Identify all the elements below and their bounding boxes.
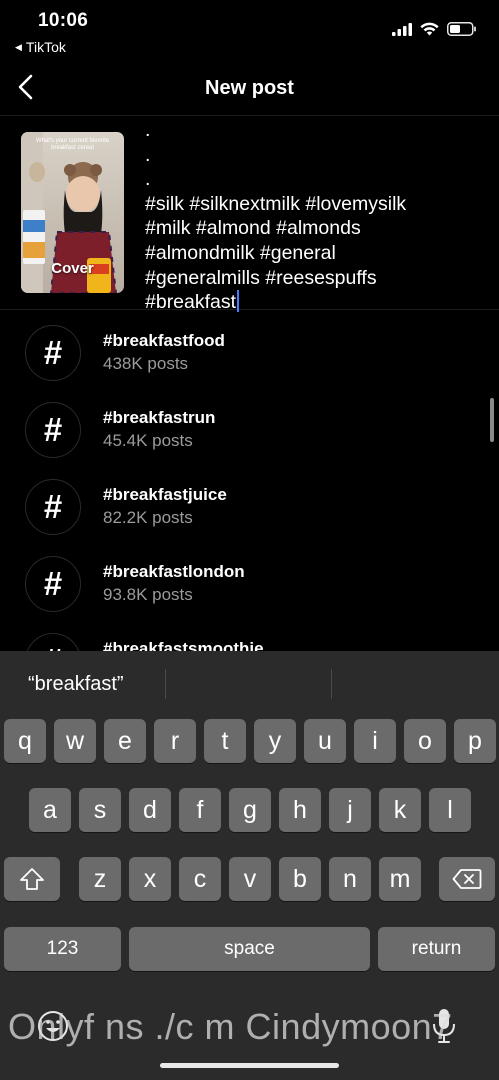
key-x[interactable]: x [129, 857, 171, 901]
cover-overlay-text: What's your current favorite breakfast c… [35, 138, 110, 151]
key-y[interactable]: y [254, 719, 296, 763]
delete-key[interactable] [439, 857, 495, 901]
suggestion-item[interactable]: # #breakfastlondon 93.8K posts [0, 542, 499, 619]
key-h[interactable]: h [279, 788, 321, 832]
suggestion-tag: #breakfastjuice [103, 485, 227, 504]
key-m[interactable]: m [379, 857, 421, 901]
key-r[interactable]: r [154, 719, 196, 763]
hashtag-suggestions: # #breakfastfood 438K posts # #breakfast… [0, 311, 499, 651]
key-k[interactable]: k [379, 788, 421, 832]
hashtag-icon: # [25, 325, 81, 381]
shift-icon [20, 868, 44, 890]
status-icons [392, 22, 477, 36]
back-to-app-link[interactable]: ◀ TikTok [15, 39, 66, 55]
key-w[interactable]: w [54, 719, 96, 763]
space-key[interactable]: space [129, 927, 370, 971]
back-app-label: TikTok [25, 39, 66, 55]
key-f[interactable]: f [179, 788, 221, 832]
page-title: New post [205, 77, 294, 99]
prediction-divider [165, 669, 166, 699]
key-l[interactable]: l [429, 788, 471, 832]
wifi-icon [420, 22, 439, 36]
suggestion-tag: #breakfastfood [103, 331, 225, 350]
numbers-key[interactable]: 123 [4, 927, 121, 971]
prediction-divider [331, 669, 332, 699]
key-d[interactable]: d [129, 788, 171, 832]
suggestion-item[interactable]: # #breakfastsmoothie [0, 619, 499, 651]
key-p[interactable]: p [454, 719, 496, 763]
caption-input[interactable]: . . . #silk #silknextmilk #lovemysilk #m… [145, 118, 485, 315]
return-key[interactable]: return [378, 927, 495, 971]
status-time: 10:06 [38, 10, 89, 31]
suggestion-item[interactable]: # #breakfastrun 45.4K posts [0, 388, 499, 465]
key-n[interactable]: n [329, 857, 371, 901]
key-q[interactable]: q [4, 719, 46, 763]
key-t[interactable]: t [204, 719, 246, 763]
watermark: Onlyf ns ./c m Cindymoon7 [8, 1006, 453, 1047]
hashtag-icon: # [25, 633, 81, 651]
suggestion-count: 45.4K posts [103, 431, 193, 450]
suggestion-item[interactable]: # #breakfastjuice 82.2K posts [0, 465, 499, 542]
cover-label: Cover [51, 260, 94, 277]
key-s[interactable]: s [79, 788, 121, 832]
battery-icon [447, 22, 476, 36]
nav-bar: New post [0, 62, 499, 116]
key-a[interactable]: a [29, 788, 71, 832]
predictive-bar: “breakfast” [0, 651, 499, 715]
hashtag-icon: # [25, 479, 81, 535]
suggestion-count: 438K posts [103, 354, 189, 373]
back-triangle-icon: ◀ [15, 41, 22, 52]
key-u[interactable]: u [304, 719, 346, 763]
home-indicator[interactable] [160, 1063, 339, 1068]
cover-thumbnail[interactable]: What's your current favorite breakfast c… [21, 132, 124, 293]
key-z[interactable]: z [79, 857, 121, 901]
hashtag-icon: # [25, 402, 81, 458]
key-i[interactable]: i [354, 719, 396, 763]
caption-area: What's your current favorite breakfast c… [0, 117, 499, 313]
suggestion-count: 82.2K posts [103, 508, 193, 527]
hashtag-icon: # [25, 556, 81, 612]
key-o[interactable]: o [404, 719, 446, 763]
key-c[interactable]: c [179, 857, 221, 901]
suggestion-tag: #breakfastsmoothie [103, 639, 264, 651]
scrollbar[interactable] [490, 398, 494, 442]
key-j[interactable]: j [329, 788, 371, 832]
key-b[interactable]: b [279, 857, 321, 901]
key-v[interactable]: v [229, 857, 271, 901]
suggestion-tag: #breakfastlondon [103, 562, 245, 581]
delete-icon [452, 869, 482, 889]
suggestion-count: 93.8K posts [103, 585, 193, 604]
text-caret [237, 290, 240, 313]
prediction-suggestion[interactable]: “breakfast” [28, 673, 124, 696]
status-bar: 10:06 ◀ TikTok [0, 0, 499, 62]
suggestion-item[interactable]: # #breakfastfood 438K posts [0, 311, 499, 388]
suggestion-tag: #breakfastrun [103, 408, 216, 427]
key-e[interactable]: e [104, 719, 146, 763]
shift-key[interactable] [4, 857, 60, 901]
caption-text: . . . #silk #silknextmilk #lovemysilk #m… [145, 119, 407, 314]
signal-icon [392, 22, 412, 36]
key-g[interactable]: g [229, 788, 271, 832]
